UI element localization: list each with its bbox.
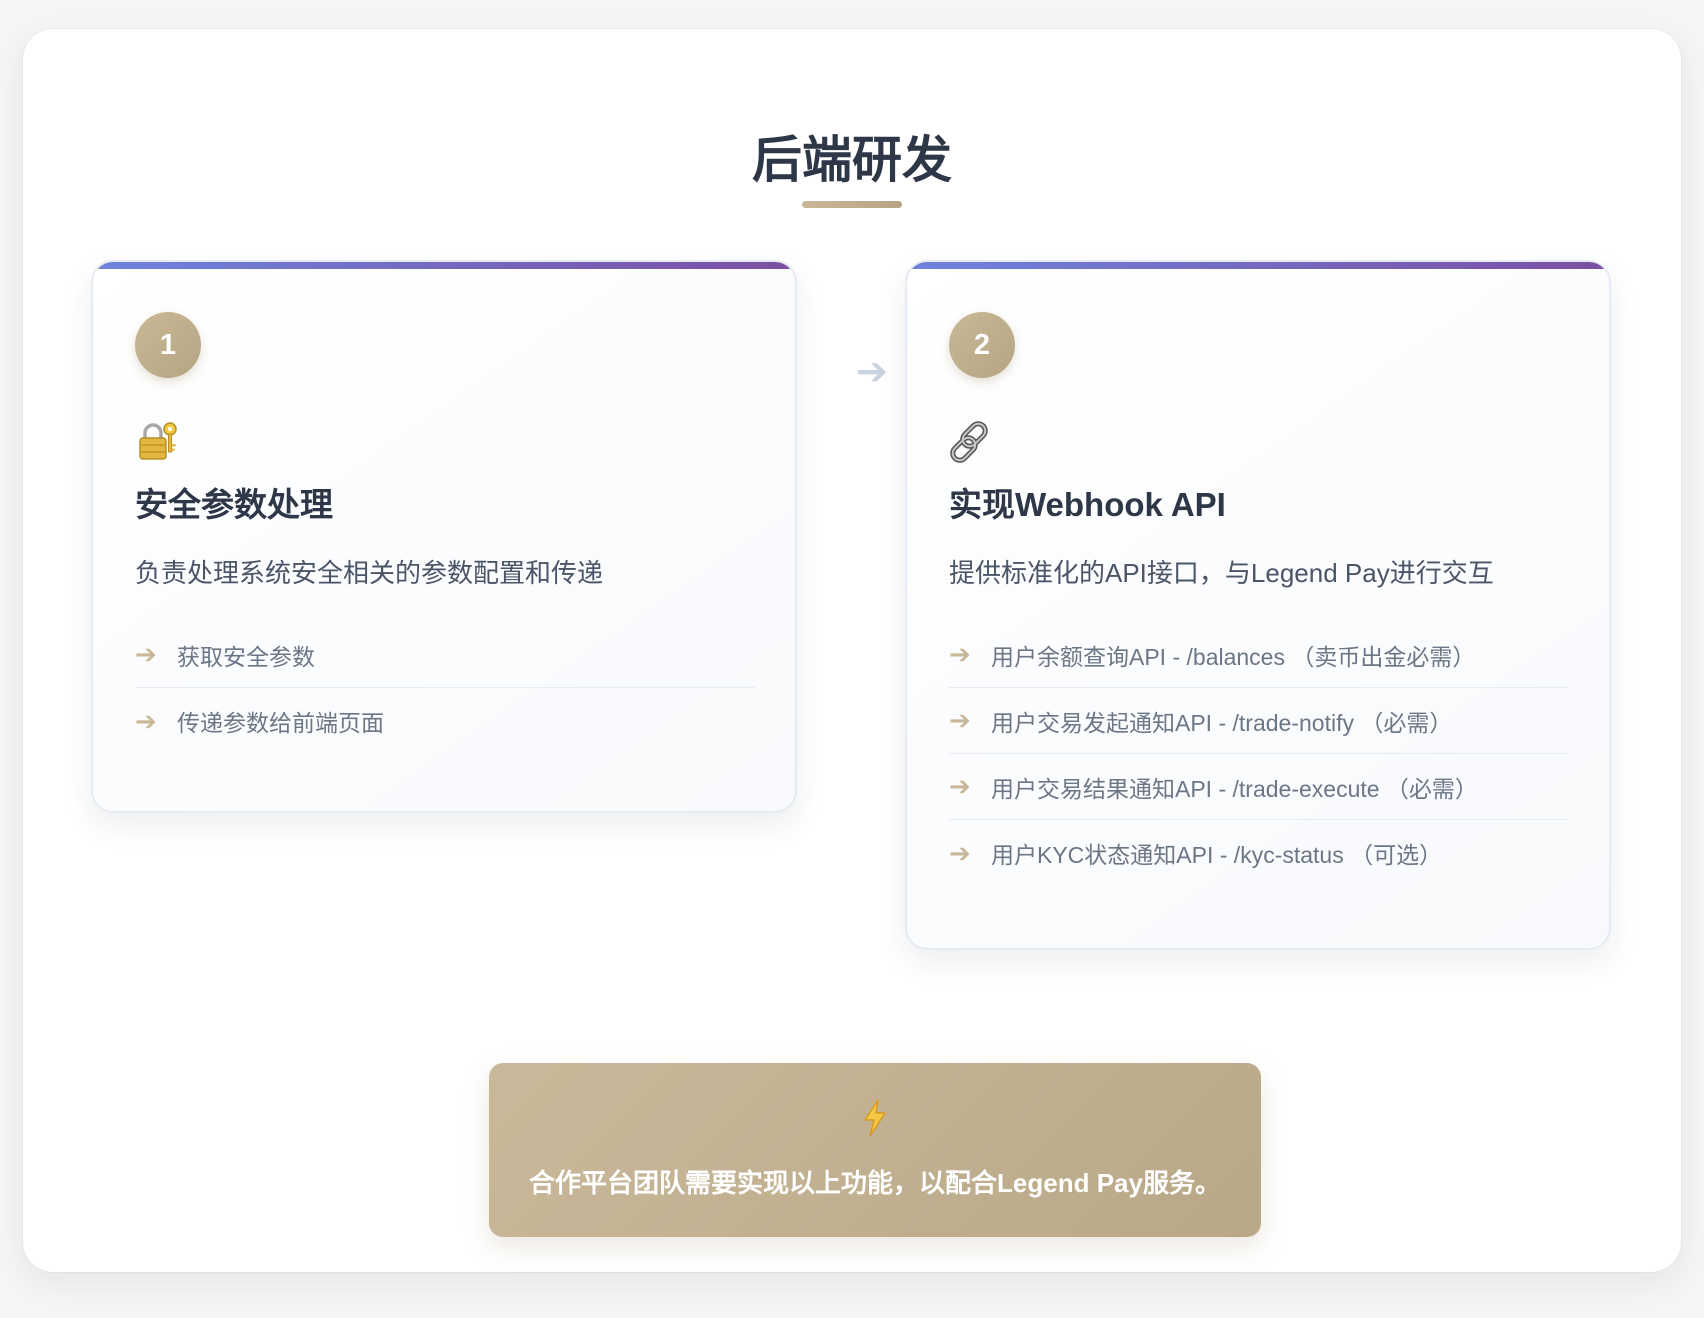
list-item-label: 用户交易结果通知API - /trade-execute （必需）	[991, 775, 1478, 802]
title-underline	[802, 201, 902, 208]
arrow-right-icon: ➔	[949, 837, 971, 868]
arrow-right-icon: ➔	[135, 639, 157, 669]
arrow-right-icon: ➔	[135, 705, 157, 736]
feature-list: ➔ 获取安全参数 ➔ 传递参数给前端页面	[135, 622, 755, 754]
list-item: ➔ 用户交易结果通知API - /trade-execute （必需）	[949, 754, 1569, 820]
arrow-right-icon: ➔	[856, 351, 888, 393]
list-item: ➔ 用户余额查询API - /balances （卖币出金必需）	[949, 622, 1569, 688]
lightning-icon	[489, 1099, 1261, 1143]
list-item: ➔ 传递参数给前端页面	[135, 688, 755, 754]
list-item: ➔ 用户交易发起通知API - /trade-notify （必需）	[949, 688, 1569, 754]
list-item: ➔ 用户KYC状态通知API - /kyc-status （可选）	[949, 820, 1569, 886]
card-description: 负责处理系统安全相关的参数配置和传递	[135, 558, 604, 588]
arrow-right-icon: ➔	[949, 771, 971, 801]
content-panel: 后端研发 1 安全参数处理 负责处理系统安全相关的参数配置和传递 ➔ 获取安全参…	[23, 29, 1681, 1272]
step-card-2: 2 实现Webhook API 提供标准化的API接口，与Legend Pay进…	[905, 260, 1611, 950]
arrow-right-icon: ➔	[949, 705, 971, 735]
step-number-badge: 1	[135, 312, 201, 378]
list-item-label: 用户交易发起通知API - /trade-notify （必需）	[991, 709, 1453, 736]
note-text: 合作平台团队需要实现以上功能，以配合Legend Pay服务。	[529, 1168, 1221, 1198]
lock-with-key-icon	[135, 420, 179, 464]
card-description: 提供标准化的API接口，与Legend Pay进行交互	[949, 558, 1494, 588]
list-item-label: 传递参数给前端页面	[177, 710, 384, 736]
list-item-label: 获取安全参数	[177, 643, 315, 670]
link-icon	[949, 420, 993, 464]
list-item-label: 用户KYC状态通知API - /kyc-status （可选）	[991, 842, 1443, 868]
step-number-badge: 2	[949, 312, 1015, 378]
feature-list: ➔ 用户余额查询API - /balances （卖币出金必需） ➔ 用户交易发…	[949, 622, 1569, 886]
step-card-1: 1 安全参数处理 负责处理系统安全相关的参数配置和传递 ➔ 获取安全参数 ➔ 传…	[91, 260, 797, 813]
note-banner: 合作平台团队需要实现以上功能，以配合Legend Pay服务。	[489, 1063, 1261, 1237]
page-title: 后端研发	[752, 132, 952, 188]
list-item-label: 用户余额查询API - /balances （卖币出金必需）	[991, 643, 1476, 670]
card-title: 安全参数处理	[135, 486, 333, 523]
arrow-right-icon: ➔	[949, 639, 971, 669]
list-item: ➔ 获取安全参数	[135, 622, 755, 688]
card-title: 实现Webhook API	[949, 486, 1226, 523]
